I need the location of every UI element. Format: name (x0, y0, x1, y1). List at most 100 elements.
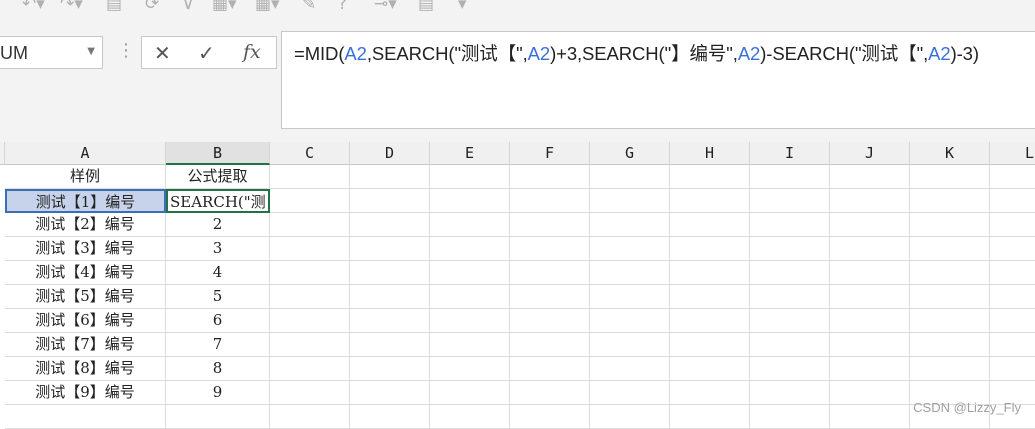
column-header-g[interactable]: G (590, 142, 670, 165)
cell-g11[interactable] (590, 405, 670, 429)
cell-e1[interactable] (430, 165, 510, 189)
cell-e11[interactable] (430, 405, 510, 429)
cell-a6[interactable]: 测试【5】编号 (5, 285, 166, 309)
cell-k3[interactable] (910, 213, 990, 237)
cell-c6[interactable] (270, 285, 350, 309)
fx-icon[interactable]: fx (243, 41, 261, 63)
cell-b6[interactable]: 5 (166, 285, 270, 309)
cell-b3[interactable]: 2 (166, 213, 270, 237)
cell-d6[interactable] (350, 285, 430, 309)
cell-c9[interactable] (270, 357, 350, 381)
cell-k8[interactable] (910, 333, 990, 357)
cell-e3[interactable] (430, 213, 510, 237)
cell-d9[interactable] (350, 357, 430, 381)
cell-d7[interactable] (350, 309, 430, 333)
format-painter-icon[interactable]: ▤ (106, 0, 122, 14)
link-icon[interactable]: ⊸▾ (374, 0, 397, 14)
cell-j11[interactable] (830, 405, 910, 429)
cell-k9[interactable] (910, 357, 990, 381)
cell-e2[interactable] (430, 189, 510, 213)
cell-h3[interactable] (670, 213, 750, 237)
cell-c4[interactable] (270, 237, 350, 261)
cell-l1[interactable] (990, 165, 1035, 189)
cell-k6[interactable] (910, 285, 990, 309)
cell-k2[interactable] (910, 189, 990, 213)
cell-e6[interactable] (430, 285, 510, 309)
cell-b9[interactable]: 8 (166, 357, 270, 381)
cell-h2[interactable] (670, 189, 750, 213)
cell-h6[interactable] (670, 285, 750, 309)
cell-l2[interactable] (990, 189, 1035, 213)
cell-a10[interactable]: 测试【9】编号 (5, 381, 166, 405)
cell-i2[interactable] (750, 189, 830, 213)
formula-text[interactable]: =MID(A2,SEARCH("测试【",A2)+3,SEARCH("】编号",… (294, 40, 979, 66)
cell-k4[interactable] (910, 237, 990, 261)
cell-h11[interactable] (670, 405, 750, 429)
cell-h5[interactable] (670, 261, 750, 285)
name-box[interactable]: UM ▼ (0, 36, 103, 69)
edit-icon[interactable]: ✎ (302, 0, 316, 14)
cell-d5[interactable] (350, 261, 430, 285)
cell-i10[interactable] (750, 381, 830, 405)
confirm-icon[interactable]: ✓ (198, 41, 215, 65)
table-style-icon[interactable]: ▦▾ (255, 0, 280, 14)
cell-k7[interactable] (910, 309, 990, 333)
cell-d4[interactable] (350, 237, 430, 261)
column-header-b[interactable]: B (166, 142, 270, 165)
cell-g3[interactable] (590, 213, 670, 237)
refresh-icon[interactable]: ⟳ (145, 0, 159, 14)
cell-c10[interactable] (270, 381, 350, 405)
table-icon[interactable]: ▦▾ (212, 0, 237, 14)
cell-b11[interactable] (166, 405, 270, 429)
cell-l5[interactable] (990, 261, 1035, 285)
redo-icon[interactable]: ↷▾ (60, 0, 83, 14)
cell-f6[interactable] (510, 285, 590, 309)
cell-k5[interactable] (910, 261, 990, 285)
cell-a4[interactable]: 测试【3】编号 (5, 237, 166, 261)
cell-f10[interactable] (510, 381, 590, 405)
cell-f4[interactable] (510, 237, 590, 261)
cell-l7[interactable] (990, 309, 1035, 333)
cancel-icon[interactable]: ✕ (154, 41, 171, 65)
cell-f11[interactable] (510, 405, 590, 429)
cell-l3[interactable] (990, 213, 1035, 237)
cell-e5[interactable] (430, 261, 510, 285)
column-header-l[interactable]: L (990, 142, 1035, 165)
cell-j5[interactable] (830, 261, 910, 285)
cell-g4[interactable] (590, 237, 670, 261)
undo-icon[interactable]: ↶▾ (22, 0, 45, 14)
help-icon[interactable]: ? (338, 0, 347, 14)
cell-a2[interactable]: 测试【1】编号 (5, 189, 166, 213)
cell-e9[interactable] (430, 357, 510, 381)
column-header-a[interactable]: A (5, 142, 166, 165)
cell-f5[interactable] (510, 261, 590, 285)
cell-i11[interactable] (750, 405, 830, 429)
cell-e10[interactable] (430, 381, 510, 405)
column-header-f[interactable]: F (510, 142, 590, 165)
cell-a11[interactable] (5, 405, 166, 429)
cell-a3[interactable]: 测试【2】编号 (5, 213, 166, 237)
cell-j2[interactable] (830, 189, 910, 213)
cell-g2[interactable] (590, 189, 670, 213)
cell-k1[interactable] (910, 165, 990, 189)
cell-i6[interactable] (750, 285, 830, 309)
cell-j4[interactable] (830, 237, 910, 261)
cell-i1[interactable] (750, 165, 830, 189)
cell-a5[interactable]: 测试【4】编号 (5, 261, 166, 285)
cell-g6[interactable] (590, 285, 670, 309)
cell-f1[interactable] (510, 165, 590, 189)
cell-g8[interactable] (590, 333, 670, 357)
cell-g9[interactable] (590, 357, 670, 381)
chevron-down-icon[interactable]: ▼ (87, 46, 95, 57)
cell-d3[interactable] (350, 213, 430, 237)
cell-d8[interactable] (350, 333, 430, 357)
column-header-i[interactable]: I (750, 142, 830, 165)
cell-j10[interactable] (830, 381, 910, 405)
cell-e8[interactable] (430, 333, 510, 357)
cell-f9[interactable] (510, 357, 590, 381)
cell-f3[interactable] (510, 213, 590, 237)
grid-icon[interactable]: ▤ (418, 0, 434, 14)
cell-h8[interactable] (670, 333, 750, 357)
formula-bar[interactable]: =MID(A2,SEARCH("测试【",A2)+3,SEARCH("】编号",… (281, 31, 1035, 129)
cell-f8[interactable] (510, 333, 590, 357)
